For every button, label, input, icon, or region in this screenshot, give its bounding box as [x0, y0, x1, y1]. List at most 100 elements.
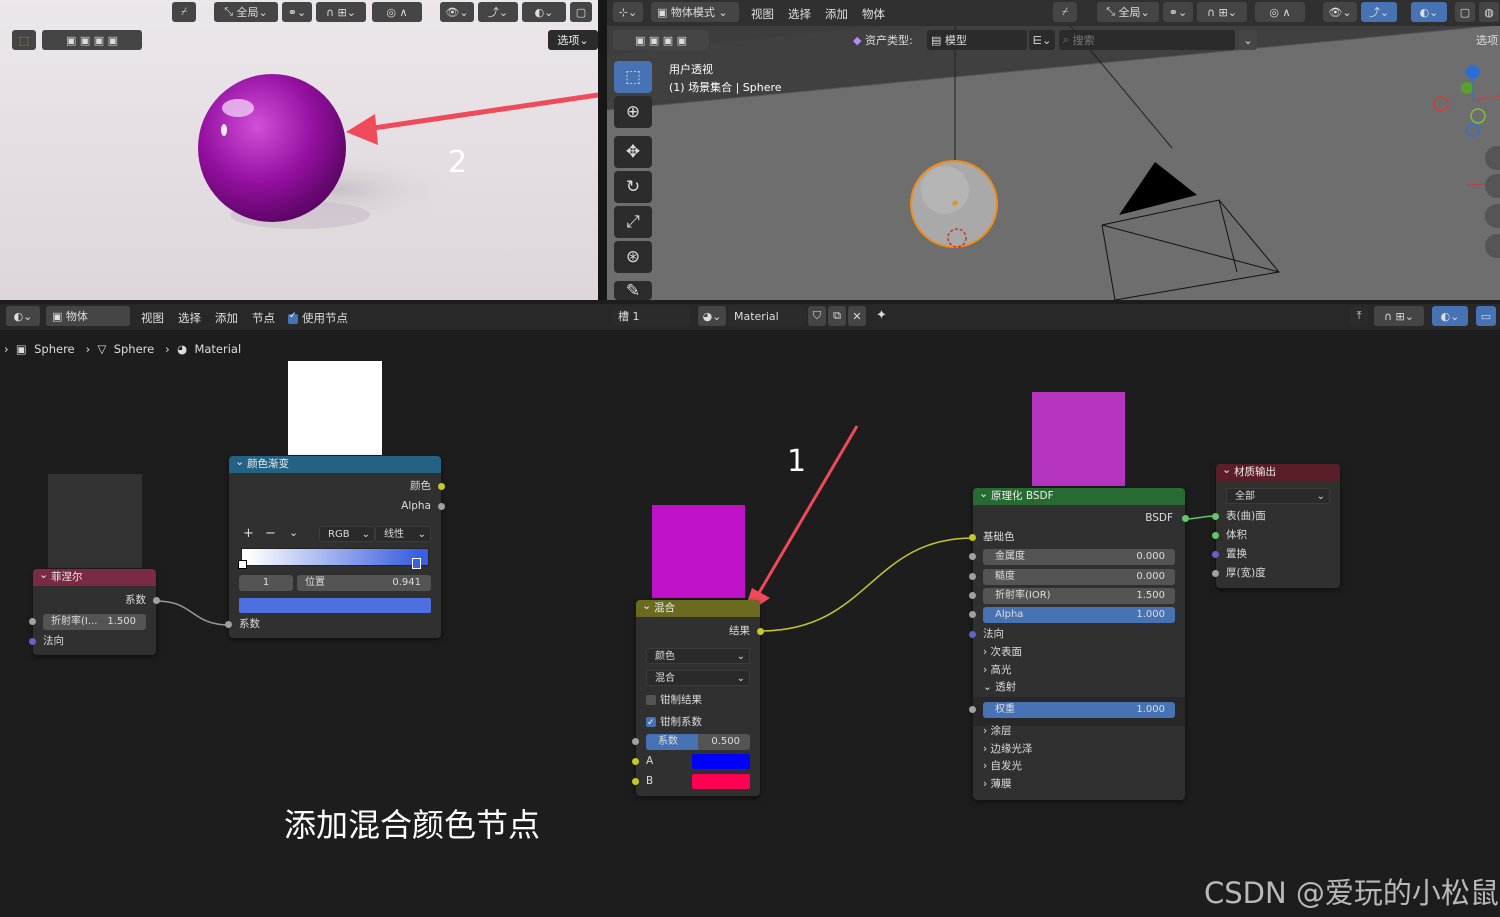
fake-user-button[interactable]: ⛉: [808, 306, 826, 326]
mix-clamp-factor[interactable]: 钳制系数: [636, 713, 760, 732]
colorramp-alpha-socket[interactable]: [438, 503, 445, 510]
bsdf-output-socket[interactable]: [1182, 515, 1189, 522]
bsdf-weight-field[interactable]: 权重 1.000: [983, 702, 1175, 718]
bsdf-normal-socket[interactable]: [969, 631, 976, 638]
bsdf-sheen-panel[interactable]: › 边缘光泽: [973, 740, 1185, 758]
options-dropdown-right[interactable]: 选项: [1476, 32, 1498, 48]
bsdf-roughness-socket[interactable]: [969, 573, 976, 580]
colorramp-interp-dropdown[interactable]: 线性 ⌄: [375, 526, 431, 542]
pin-icon[interactable]: ✦: [876, 308, 887, 323]
slot-dropdown[interactable]: 槽 1: [612, 306, 690, 326]
bsdf-weight-socket[interactable]: [969, 706, 976, 713]
tool-transform[interactable]: ⊛: [614, 241, 652, 273]
transform-orientation-dropdown-right[interactable]: ⤡ 全局 ⌄: [1097, 2, 1159, 22]
tool-move[interactable]: ✥: [614, 136, 652, 168]
fresnel-output-socket[interactable]: [153, 597, 160, 604]
material-browse[interactable]: ◕⌄: [698, 306, 726, 326]
mix-factor-socket[interactable]: [632, 738, 639, 745]
menu-select[interactable]: 选择: [178, 310, 201, 326]
area-divider[interactable]: [598, 0, 607, 300]
proportional-edit[interactable]: ◎ ∧: [372, 2, 422, 22]
ramp-menu-button[interactable]: ⌄: [289, 526, 298, 539]
output-thickness-socket[interactable]: [1212, 570, 1219, 577]
colorramp-stop-index[interactable]: 1: [239, 575, 293, 591]
remove-stop-button[interactable]: −: [265, 526, 276, 541]
material-output-node[interactable]: 材质输出 全部⌄ 表(曲)面 体积 置换 厚(宽)度: [1212, 461, 1340, 588]
fresnel-ior-socket[interactable]: [29, 618, 36, 625]
snap-node-toggle[interactable]: ∩ ⊞⌄: [1374, 306, 1424, 326]
asset-type-dropdown[interactable]: ▤ 模型: [927, 30, 1027, 50]
material-output-header[interactable]: 材质输出: [1216, 461, 1340, 481]
selection-mode-buttons[interactable]: ▣ ▣ ▣ ▣: [42, 30, 142, 50]
colorramp-position-field[interactable]: 位置 0.941: [297, 575, 431, 591]
bsdf-ior-field[interactable]: 折射率(IOR) 1.500: [983, 588, 1175, 604]
overlay-node-toggle[interactable]: ◐⌄: [1432, 306, 1468, 326]
tool-select-box[interactable]: ⬚: [614, 61, 652, 93]
colorramp-mode-dropdown[interactable]: RGB ⌄: [319, 526, 375, 542]
mix-b-socket[interactable]: [632, 778, 639, 785]
visibility-dropdown-right[interactable]: 👁⌄: [1323, 2, 1357, 22]
bsdf-base-color-socket[interactable]: [969, 534, 976, 541]
menu-add[interactable]: 添加: [825, 6, 848, 22]
use-nodes-checkbox[interactable]: 使用节点: [288, 310, 348, 326]
colorramp-stop-color[interactable]: [239, 598, 431, 613]
shader-type-dropdown[interactable]: ▣ 物体: [46, 306, 130, 326]
proportional-edit-right[interactable]: ◎ ∧: [1255, 2, 1305, 22]
editor-type-dropdown[interactable]: ◐⌄: [6, 306, 40, 326]
bsdf-metallic-socket[interactable]: [969, 553, 976, 560]
menu-object[interactable]: 物体: [862, 6, 885, 22]
fresnel-ior-field[interactable]: 折射率(I... 1.500: [43, 614, 146, 630]
shading-dropdown[interactable]: ◍: [1479, 2, 1499, 22]
bsdf-metallic-field[interactable]: 金属度 0.000: [983, 549, 1175, 565]
bsdf-subsurface-panel[interactable]: › 次表面: [973, 643, 1185, 661]
mix-a-color[interactable]: [692, 754, 750, 769]
bsdf-coat-panel[interactable]: › 涂层: [973, 722, 1185, 740]
mix-node[interactable]: 混合 结果 颜色⌄ 混合⌄ 钳制结果 钳制系数 系数0.500 A B: [632, 597, 764, 796]
bsdf-roughness-field[interactable]: 糙度 0.000: [983, 569, 1175, 585]
overlay-toggle-right[interactable]: ◐⌄: [1411, 2, 1447, 22]
transform-orientation-dropdown[interactable]: ⤡ 全局 ⌄: [214, 2, 278, 22]
mix-clamp-result[interactable]: 钳制结果: [636, 691, 760, 709]
sidebar-toggle[interactable]: ▭: [1476, 306, 1496, 326]
colorramp-node[interactable]: 颜色渐变 颜色 Alpha + − ⌄ RGB⌄ 线性⌄ 1 位置0.941 系…: [225, 453, 445, 638]
tool-cursor[interactable]: ⊕: [614, 96, 652, 128]
fresnel-normal-socket[interactable]: [29, 638, 36, 645]
bsdf-specular-panel[interactable]: › 高光: [973, 661, 1185, 679]
mix-factor-field[interactable]: 系数 0.500: [646, 734, 750, 750]
menu-node[interactable]: 节点: [252, 310, 275, 326]
material-output-target[interactable]: 全部 ⌄: [1226, 488, 1330, 504]
colorramp-color-socket[interactable]: [438, 483, 445, 490]
colorramp-fac-socket[interactable]: [225, 621, 232, 628]
select-box-icon[interactable]: ⬚: [12, 30, 36, 50]
bsdf-alpha-field[interactable]: Alpha 1.000: [983, 607, 1175, 623]
mix-result-socket[interactable]: [757, 628, 764, 635]
mix-blend-dropdown[interactable]: 混合 ⌄: [646, 670, 750, 686]
menu-add[interactable]: 添加: [215, 310, 238, 326]
bsdf-header[interactable]: 原理化 BSDF: [973, 485, 1185, 505]
output-displacement-socket[interactable]: [1212, 551, 1219, 558]
asset-search-input[interactable]: ⌕ 搜索: [1059, 30, 1235, 50]
pivot-dropdown-right[interactable]: ⚭⌄: [1163, 2, 1193, 22]
gizmo-toggle[interactable]: ⤴⌄: [478, 2, 518, 22]
mix-a-socket[interactable]: [632, 758, 639, 765]
menu-view[interactable]: 视图: [751, 6, 774, 22]
mix-b-color[interactable]: [692, 774, 750, 789]
duplicate-material-button[interactable]: ⧉: [828, 306, 846, 326]
snap-toggle[interactable]: ∩ ⊞⌄: [316, 2, 366, 22]
output-volume-socket[interactable]: [1212, 532, 1219, 539]
bsdf-emission-panel[interactable]: › 自发光: [973, 757, 1185, 775]
visibility-dropdown[interactable]: 👁⌄: [440, 2, 474, 22]
add-stop-button[interactable]: +: [243, 526, 254, 541]
tool-rotate[interactable]: ↻: [614, 171, 652, 203]
filter-dropdown[interactable]: ⋿⌄: [1029, 30, 1055, 50]
menu-select[interactable]: 选择: [788, 6, 811, 22]
xray-toggle[interactable]: ▢: [570, 2, 592, 22]
unlink-material-button[interactable]: ✕: [848, 306, 866, 326]
colorramp-stop-0[interactable]: [238, 560, 247, 569]
bsdf-thin-film-panel[interactable]: › 薄膜: [973, 775, 1185, 793]
output-surface-socket[interactable]: [1212, 513, 1219, 520]
fresnel-node[interactable]: 菲涅尔 系数 折射率(I...1.500 法向: [29, 566, 160, 655]
overlay-toggle[interactable]: ◐⌄: [522, 2, 566, 22]
tool-annotate[interactable]: ✎: [614, 281, 652, 301]
snap-toggle-right[interactable]: ∩ ⊞⌄: [1197, 2, 1247, 22]
